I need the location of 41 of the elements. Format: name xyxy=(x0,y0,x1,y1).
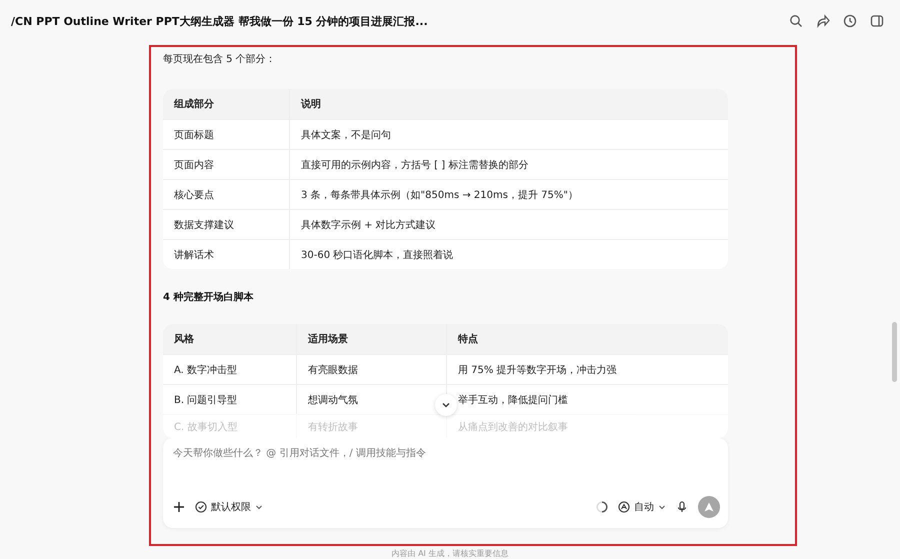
share-icon[interactable] xyxy=(816,14,830,28)
section-heading: 4 种完整开场白脚本 xyxy=(163,290,254,304)
history-icon[interactable] xyxy=(843,14,857,28)
caret-icon xyxy=(255,503,263,511)
chevron-down-icon xyxy=(441,400,451,410)
spinner-icon xyxy=(596,501,608,513)
table-cell-text: 具体数字示例 + 对比方式建议 xyxy=(300,218,437,232)
table-cell: 数据支撑建议 xyxy=(163,210,290,239)
microphone-icon[interactable] xyxy=(676,501,688,513)
table-cell-text: 举手互动，降低提问门槛 xyxy=(457,394,569,408)
conversation-title: /CN PPT Outline Writer PPT大纲生成器 帮我做一份 15 分钟的项目进展汇报... xyxy=(11,14,428,28)
shield-check-icon xyxy=(195,501,207,513)
column-header: 适用场景 xyxy=(297,324,447,354)
table-cell-text: 具体文案，不是问句 xyxy=(300,128,392,142)
table-cell: B. 问题引导型 xyxy=(163,385,297,414)
table-cell-text: 3 条，每条带具体示例（如"850ms → 210ms，提升 75%"） xyxy=(300,188,579,202)
table-cell: 有亮眼数据 xyxy=(297,355,447,384)
send-arrow-icon xyxy=(703,501,715,513)
table-cell: 核心要点 xyxy=(163,180,290,209)
intro-text: 每页现在包含 5 个部分： xyxy=(163,53,277,67)
column-header: 特点 xyxy=(456,332,479,347)
table-cell-text: 用 75% 提升等数字开场，冲击力强 xyxy=(457,364,618,378)
table-cell: 页面内容 xyxy=(163,150,290,179)
search-icon[interactable] xyxy=(789,14,803,28)
auto-mode-icon xyxy=(618,501,630,513)
table-cell: A. 数字冲击型 xyxy=(163,355,297,384)
message-input[interactable]: 今天帮你做些什么？ @ 引用对话文件，/ 调用技能与指令 默认权限 自动 xyxy=(163,438,728,528)
caret-icon xyxy=(658,503,666,511)
plus-icon[interactable] xyxy=(173,501,185,513)
table-cell-text: 从痛点到改善的对比叙事 xyxy=(457,420,569,434)
table-cell: 讲解话术 xyxy=(163,240,290,269)
table-cell-text: 30-60 秒口语化脚本，直接照着说 xyxy=(300,248,454,262)
column-header: 风格 xyxy=(163,324,297,354)
table-cell: 页面标题 xyxy=(163,120,290,149)
table-cell-text: 直接可用的示例内容，方括号 [ ] 标注需替换的部分 xyxy=(300,158,530,172)
mode-dropdown[interactable]: 自动 xyxy=(618,500,666,514)
sidebar-icon[interactable] xyxy=(870,14,884,28)
column-header: 说明 xyxy=(300,98,322,112)
disclaimer-text: 内容由 AI 生成，请核实重要信息 xyxy=(390,548,510,559)
column-header: 组成部分 xyxy=(163,89,290,119)
permission-dropdown[interactable]: 默认权限 xyxy=(195,500,263,514)
